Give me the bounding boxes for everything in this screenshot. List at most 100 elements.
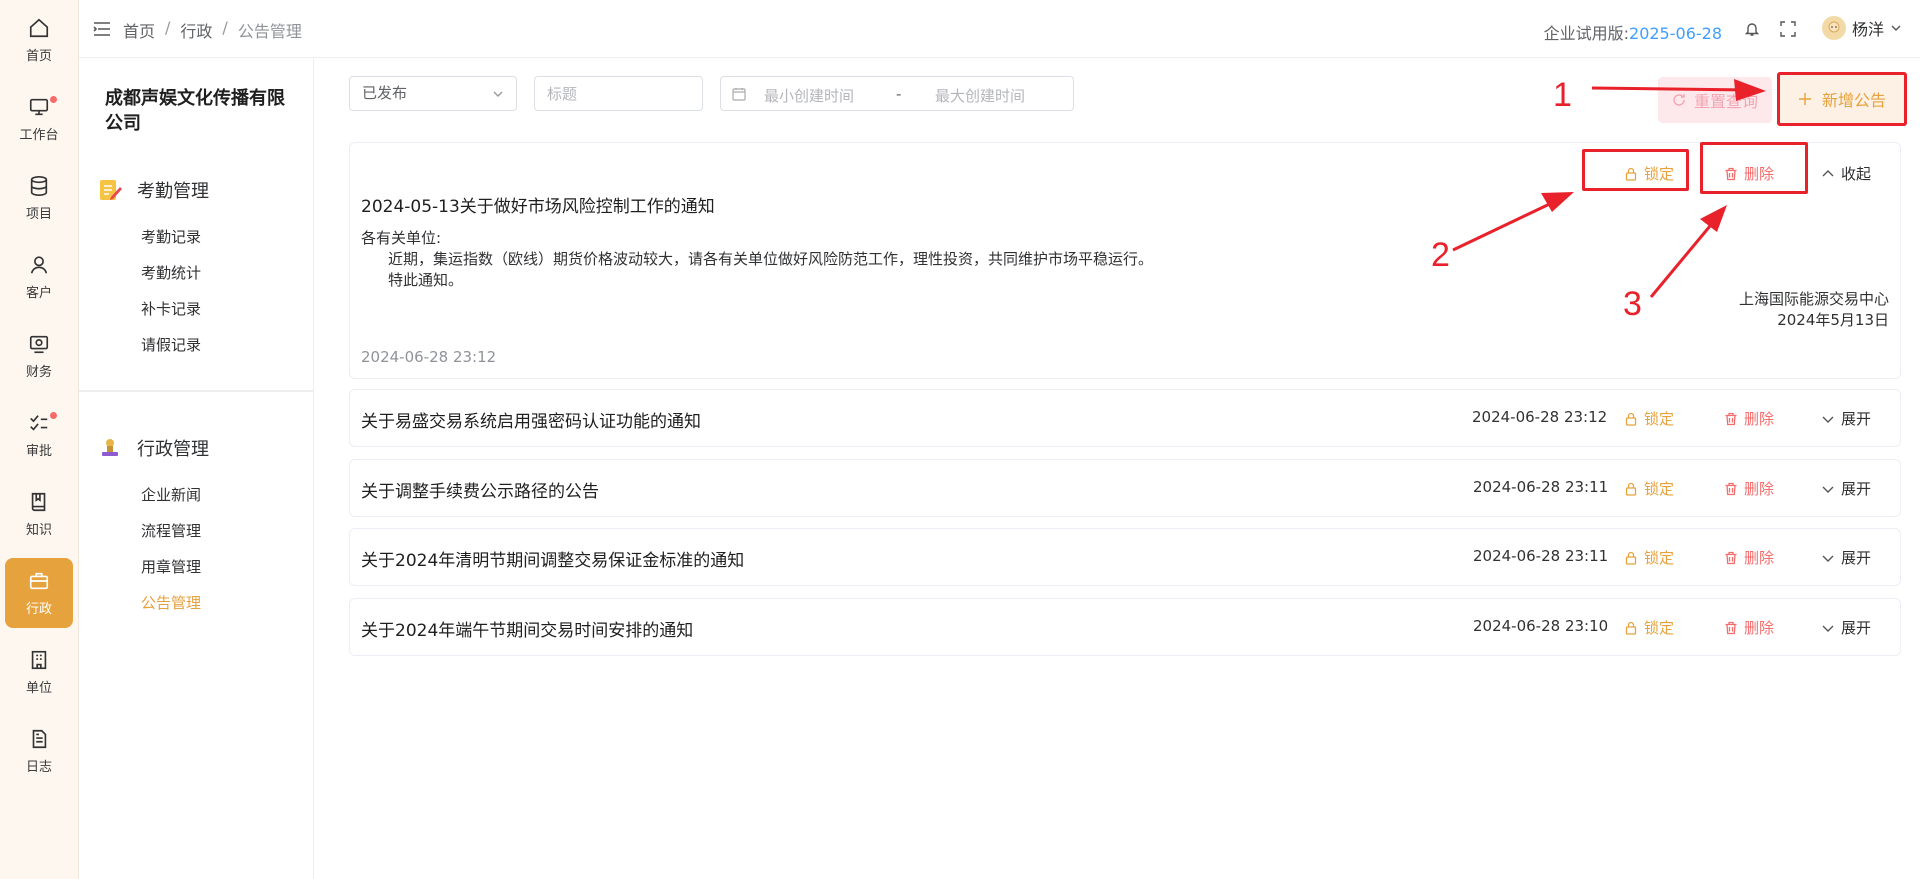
notice-title[interactable]: 关于2024年端午节期间交易时间安排的通知: [361, 616, 693, 641]
rail-label: 工作台: [19, 127, 59, 143]
notice-time: 2024-06-28 23:11: [1473, 547, 1609, 565]
delete-label: 删除: [1744, 619, 1775, 637]
add-notice-label: 新增公告: [1821, 91, 1886, 110]
reset-query-button[interactable]: 重置查询: [1658, 77, 1772, 123]
notice-card: 关于2024年清明节期间调整交易保证金标准的通知 2024-06-28 23:1…: [349, 528, 1901, 586]
annotation-number-1: 1: [1553, 76, 1572, 114]
rail-item-finance[interactable]: 财务: [5, 321, 73, 391]
rail-item-knowledge[interactable]: 知识: [5, 479, 73, 549]
title-search-input[interactable]: [534, 76, 703, 111]
expand-button[interactable]: 展开: [1821, 547, 1871, 568]
notice-card: 关于2024年端午节期间交易时间安排的通知 2024-06-28 23:10 锁…: [349, 598, 1901, 656]
delete-button[interactable]: 删除: [1724, 408, 1774, 429]
collapse-button[interactable]: 收起: [1821, 163, 1871, 184]
expand-label: 展开: [1841, 619, 1872, 637]
annotation-box-delete: [1700, 142, 1808, 194]
notice-title[interactable]: 关于易盛交易系统启用强密码认证功能的通知: [361, 407, 701, 432]
rail-item-unit[interactable]: 单位: [5, 637, 73, 707]
subnav-divider: [79, 390, 313, 392]
delete-button[interactable]: 删除: [1724, 547, 1774, 568]
chevron-down-icon: [1822, 486, 1834, 493]
notice-card: 关于易盛交易系统启用强密码认证功能的通知 2024-06-28 23:12 锁定…: [349, 389, 1901, 447]
log-icon: [32, 729, 47, 748]
finance-icon: [29, 335, 49, 353]
top-header: 首页 / 行政 / 公告管理 企业试用版:2025-06-28 杨洋: [79, 0, 1920, 58]
breadcrumb-admin[interactable]: 行政: [180, 18, 212, 42]
expand-label: 展开: [1841, 480, 1872, 498]
rail-item-workbench[interactable]: 工作台: [5, 84, 73, 154]
refresh-icon: [1673, 94, 1685, 106]
created-date-range-picker[interactable]: 最小创建时间 - 最大创建时间: [720, 76, 1074, 111]
lock-button[interactable]: 锁定: [1624, 547, 1674, 568]
status-select[interactable]: 已发布: [349, 76, 517, 111]
rail-item-approval[interactable]: 审批: [5, 400, 73, 470]
notice-title[interactable]: 2024-05-13关于做好市场风险控制工作的通知: [361, 192, 715, 217]
sub-item-attendance-stats[interactable]: 考勤统计: [141, 262, 201, 283]
notice-body: 各有关单位: 近期，集运指数（欧线）期货价格波动较大，请各有关单位做好风险防范工…: [361, 228, 1153, 291]
lock-icon: [1625, 551, 1637, 565]
lock-button[interactable]: 锁定: [1624, 408, 1674, 429]
lock-label: 锁定: [1644, 480, 1675, 498]
group-title-label: 行政管理: [137, 439, 209, 460]
add-notice-button[interactable]: 新增公告: [1777, 72, 1907, 126]
notification-dot: [50, 96, 57, 103]
icon-rail: 首页 工作台 项目 客户 财务 审批 知识 行政 单位 日志: [0, 0, 79, 879]
annotation-number-2: 2: [1431, 236, 1450, 274]
sub-item-card-records[interactable]: 补卡记录: [141, 298, 201, 319]
end-date-input[interactable]: 最大创建时间: [935, 85, 1025, 106]
rail-item-customer[interactable]: 客户: [5, 242, 73, 312]
notice-closing: 特此通知。: [388, 271, 464, 289]
menu-toggle-icon[interactable]: [93, 20, 111, 38]
lock-label: 锁定: [1644, 410, 1675, 428]
trash-icon: [1725, 551, 1737, 564]
breadcrumb-current: 公告管理: [237, 22, 302, 41]
group-attendance[interactable]: 考勤管理: [97, 177, 209, 203]
sub-item-notice-management[interactable]: 公告管理: [141, 592, 201, 613]
collapse-label: 收起: [1841, 165, 1872, 183]
start-date-input[interactable]: 最小创建时间: [764, 85, 854, 106]
rail-item-log[interactable]: 日志: [5, 716, 73, 786]
notice-title[interactable]: 关于调整手续费公示路径的公告: [361, 477, 599, 502]
user-name: 杨洋: [1851, 20, 1884, 39]
delete-button[interactable]: 删除: [1724, 617, 1774, 638]
sub-item-seal-management[interactable]: 用章管理: [141, 556, 201, 577]
group-administration[interactable]: 行政管理: [97, 435, 209, 461]
sub-item-attendance-records[interactable]: 考勤记录: [141, 226, 201, 247]
sub-item-leave-records[interactable]: 请假记录: [141, 334, 201, 355]
notice-time: 2024-06-28 23:11: [1473, 478, 1609, 496]
bell-icon[interactable]: [1744, 21, 1760, 37]
breadcrumb: 首页 / 行政 / 公告管理: [123, 18, 302, 42]
chevron-up-icon: [1822, 169, 1834, 176]
rail-label: 行政: [25, 601, 52, 617]
approval-icon: [30, 414, 48, 431]
rail-label: 首页: [25, 48, 52, 64]
expand-label: 展开: [1841, 410, 1872, 428]
lock-label: 锁定: [1644, 619, 1675, 637]
rail-label: 审批: [25, 443, 52, 459]
trash-icon: [1725, 621, 1737, 634]
breadcrumb-home[interactable]: 首页: [123, 18, 155, 42]
delete-label: 删除: [1744, 410, 1775, 428]
rail-label: 单位: [25, 680, 52, 696]
notice-title[interactable]: 关于2024年清明节期间调整交易保证金标准的通知: [361, 546, 744, 571]
user-menu[interactable]: 杨洋: [1821, 16, 1902, 40]
calendar-icon: [732, 88, 746, 101]
annotation-number-3: 3: [1623, 285, 1642, 323]
expand-button[interactable]: 展开: [1821, 408, 1871, 429]
rail-item-project[interactable]: 项目: [5, 163, 73, 233]
delete-button[interactable]: 删除: [1724, 478, 1774, 499]
user-icon: [30, 255, 48, 273]
lock-button[interactable]: 锁定: [1624, 617, 1674, 638]
annotation-box-lock: [1582, 149, 1689, 191]
sub-item-process-management[interactable]: 流程管理: [141, 520, 201, 541]
lock-button[interactable]: 锁定: [1624, 478, 1674, 499]
fullscreen-icon[interactable]: [1780, 21, 1796, 37]
monitor-icon: [29, 98, 49, 115]
rail-item-admin[interactable]: 行政: [5, 558, 73, 628]
notice-signature: 上海国际能源交易中心 2024年5月13日: [1739, 289, 1889, 331]
rail-label: 客户: [25, 285, 52, 301]
rail-item-home[interactable]: 首页: [5, 5, 73, 75]
expand-button[interactable]: 展开: [1821, 478, 1871, 499]
sub-item-company-news[interactable]: 企业新闻: [141, 484, 201, 505]
expand-button[interactable]: 展开: [1821, 617, 1871, 638]
